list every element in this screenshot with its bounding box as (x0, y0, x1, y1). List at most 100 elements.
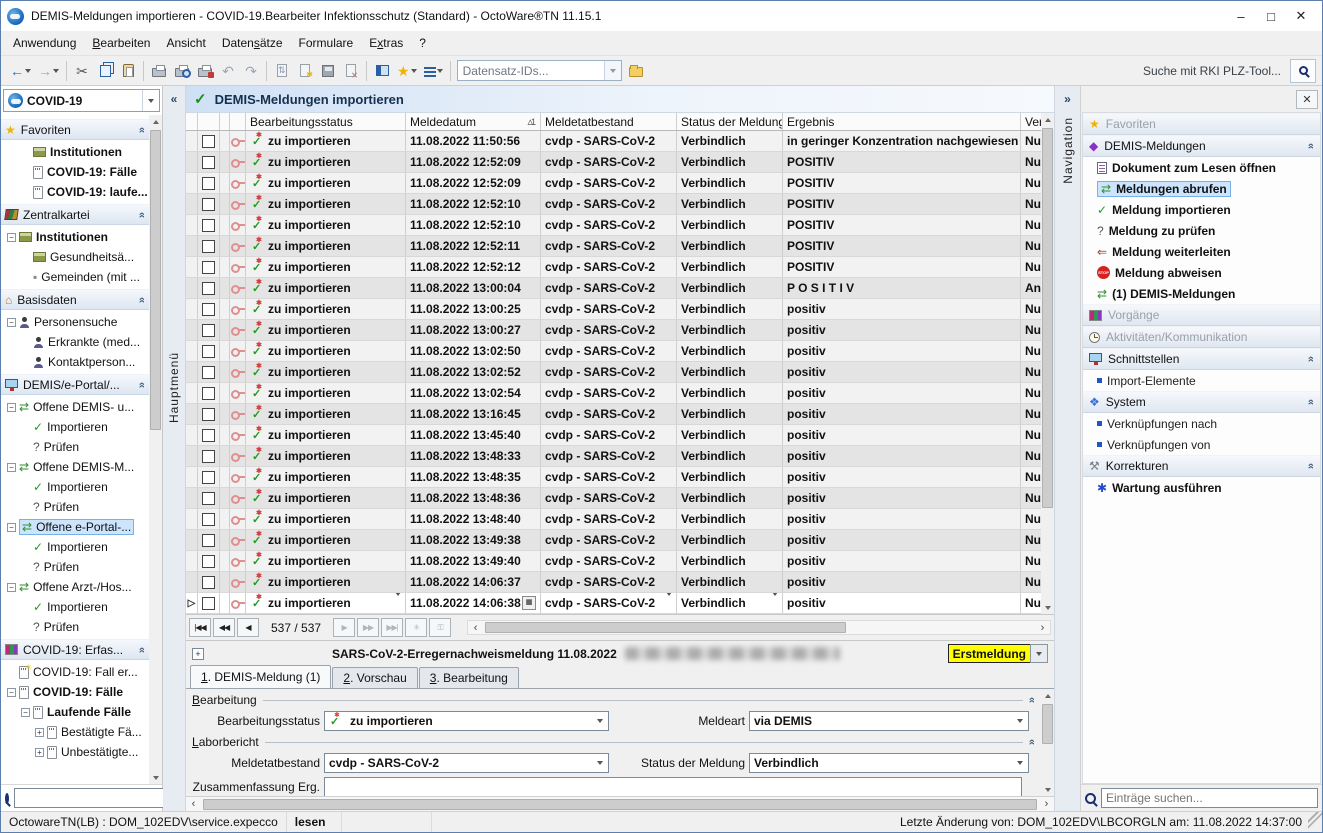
column-header-bearbeitungsstatus[interactable]: Bearbeitungsstatus (246, 113, 406, 130)
row-select-cell[interactable] (198, 446, 220, 466)
row-checkbox[interactable] (202, 135, 215, 148)
back-button[interactable]: ← (7, 59, 34, 83)
column-header-meldedatum[interactable]: Meldedatum▵1 (406, 113, 541, 130)
collapse-section-icon[interactable]: » (1305, 143, 1317, 149)
row-select-cell[interactable] (198, 593, 220, 613)
collapse-section-icon[interactable]: » (136, 381, 148, 387)
sidebar-item-importieren[interactable]: ✓Importieren (1, 477, 149, 497)
nav-section-schnittstellen[interactable]: Schnittstellen» (1083, 348, 1320, 370)
table-row[interactable]: zu importieren11.08.2022 13:02:50cvdp - … (186, 341, 1041, 362)
row-select-cell[interactable] (198, 236, 220, 256)
sidebar-item-offeneeportal[interactable]: −⇄Offene e-Portal-... (1, 517, 149, 537)
lock-button[interactable]: ⚿ (429, 618, 451, 637)
sidebar-item-prfen[interactable]: ?Prüfen (1, 437, 149, 457)
table-row[interactable]: zu importieren11.08.2022 11:50:56cvdp - … (186, 131, 1041, 152)
sidebar-item-besttigtef[interactable]: +Bestätigte Fä... (1, 722, 149, 742)
dropdown-icon[interactable] (1011, 754, 1028, 772)
sidebar-item-offenedemism[interactable]: −⇄Offene DEMIS-M... (1, 457, 149, 477)
row-select-cell[interactable] (198, 257, 220, 277)
print-preview-button[interactable] (171, 59, 193, 83)
nav-item-verknpfungennach[interactable]: Verknüpfungen nach (1083, 413, 1320, 434)
scroll-left-icon[interactable]: ‹ (186, 797, 201, 811)
collapse-node-icon[interactable]: − (7, 688, 16, 697)
sidebar-item-prfen[interactable]: ?Prüfen (1, 557, 149, 577)
column-header-meldetatbestand[interactable]: Meldetatbestand (541, 113, 677, 130)
nav-section-favoriten[interactable]: ★Favoriten (1083, 113, 1320, 135)
paste-button[interactable] (117, 59, 139, 83)
nav-section-vorgnge[interactable]: Vorgänge (1083, 304, 1320, 326)
redo-button[interactable]: ↷ (240, 59, 262, 83)
sidebar-item-personensuche[interactable]: −Personensuche (1, 312, 149, 332)
close-button[interactable]: ✕ (1286, 5, 1316, 27)
sidebar-item-gesundheits[interactable]: Gesundheitsä... (1, 247, 149, 267)
resize-grip[interactable] (1308, 812, 1322, 832)
scroll-thumb[interactable] (203, 799, 1037, 810)
row-checkbox[interactable] (202, 555, 215, 568)
expand-node-icon[interactable]: + (35, 748, 44, 757)
sidebar-item-institutionen[interactable]: Institutionen (1, 142, 149, 162)
table-row[interactable]: zu importieren11.08.2022 12:52:12cvdp - … (186, 257, 1041, 278)
sidebar-item-erkranktemed[interactable]: Erkrankte (med... (1, 332, 149, 352)
maximize-button[interactable]: □ (1256, 5, 1286, 27)
print-special-button[interactable] (194, 59, 216, 83)
row-select-cell[interactable] (198, 530, 220, 550)
close-document-icon[interactable]: ✕ (1296, 90, 1318, 109)
table-row[interactable]: zu importieren11.08.2022 13:49:38cvdp - … (186, 530, 1041, 551)
hauptmenu-strip[interactable]: « Hauptmenü (163, 86, 186, 811)
sidebar-section-demiseportal[interactable]: DEMIS/e-Portal/...» (1, 374, 149, 395)
tab-3bearbeitung[interactable]: 3. Bearbeitung (419, 667, 519, 688)
collapse-section-icon[interactable]: » (1305, 399, 1317, 405)
row-checkbox[interactable] (202, 177, 215, 190)
row-select-cell[interactable] (198, 152, 220, 172)
new-record-button[interactable]: ✳ (405, 618, 427, 637)
menu-item-[interactable]: ? (411, 33, 434, 53)
nav-item-meldungzuprfen[interactable]: ?Meldung zu prüfen (1083, 220, 1320, 241)
rki-plz-search-button[interactable] (1290, 59, 1316, 83)
row-checkbox[interactable] (202, 303, 215, 316)
scroll-up-icon[interactable] (1041, 113, 1054, 126)
row-select-cell[interactable] (198, 383, 220, 403)
tab-2vorschau[interactable]: 2. Vorschau (332, 667, 417, 688)
copy-button[interactable] (94, 59, 116, 83)
sidebar-item-laufendeflle[interactable]: −Laufende Fälle (1, 702, 149, 722)
save-button[interactable] (317, 59, 339, 83)
collapse-node-icon[interactable]: − (21, 708, 30, 717)
table-row[interactable]: zu importieren11.08.2022 13:16:45cvdp - … (186, 404, 1041, 425)
table-row[interactable]: zu importieren11.08.2022 13:02:52cvdp - … (186, 362, 1041, 383)
menu-item-anwendung[interactable]: Anwendung (5, 33, 84, 53)
row-checkbox[interactable] (202, 471, 215, 484)
nav-section-korrekturen[interactable]: ⚒Korrekturen» (1083, 455, 1320, 477)
row-select-cell[interactable] (198, 173, 220, 193)
table-row[interactable]: zu importieren11.08.2022 13:48:35cvdp - … (186, 467, 1041, 488)
undo-button[interactable]: ↶ (217, 59, 239, 83)
meldung-status-cell[interactable]: Verbindlich (677, 593, 783, 613)
nav-item-importelemente[interactable]: Import-Elemente (1083, 370, 1320, 391)
table-row[interactable]: zu importieren11.08.2022 14:06:37cvdp - … (186, 572, 1041, 593)
form-scrollbar[interactable] (1041, 689, 1054, 796)
sidebar-section-favoriten[interactable]: ★Favoriten» (1, 119, 149, 140)
sidebar-search-input[interactable] (14, 788, 179, 808)
menu-item-bearbeiten[interactable]: Bearbeiten (84, 33, 158, 53)
dropdown-icon[interactable] (395, 596, 401, 610)
menu-item-datenstze[interactable]: Datensätze (214, 33, 291, 53)
row-checkbox[interactable] (202, 597, 215, 610)
sidebar-item-covid19flle[interactable]: COVID-19: Fälle (1, 162, 149, 182)
record-delete-button[interactable] (340, 59, 362, 83)
last-record-button[interactable]: ▶▶| (381, 618, 403, 637)
table-row[interactable]: zu importieren11.08.2022 12:52:11cvdp - … (186, 236, 1041, 257)
profile-select[interactable]: COVID-19 (3, 89, 160, 112)
scroll-thumb[interactable] (1042, 704, 1053, 744)
row-checkbox[interactable] (202, 408, 215, 421)
forward-button[interactable]: → (35, 59, 62, 83)
row-checkbox[interactable] (202, 156, 215, 169)
row-checkbox[interactable] (202, 366, 215, 379)
minimize-button[interactable]: – (1226, 5, 1256, 27)
collapse-section-icon[interactable]: » (136, 296, 148, 302)
table-row[interactable]: zu importieren11.08.2022 13:48:40cvdp - … (186, 509, 1041, 530)
table-horizontal-scrollbar[interactable]: ‹› (467, 620, 1051, 635)
nav-item-1demismeldungen[interactable]: ⇄(1) DEMIS-Meldungen (1083, 283, 1320, 304)
scroll-right-icon[interactable]: › (1035, 621, 1050, 634)
row-checkbox[interactable] (202, 450, 215, 463)
row-checkbox[interactable] (202, 534, 215, 547)
row-checkbox[interactable] (202, 324, 215, 337)
